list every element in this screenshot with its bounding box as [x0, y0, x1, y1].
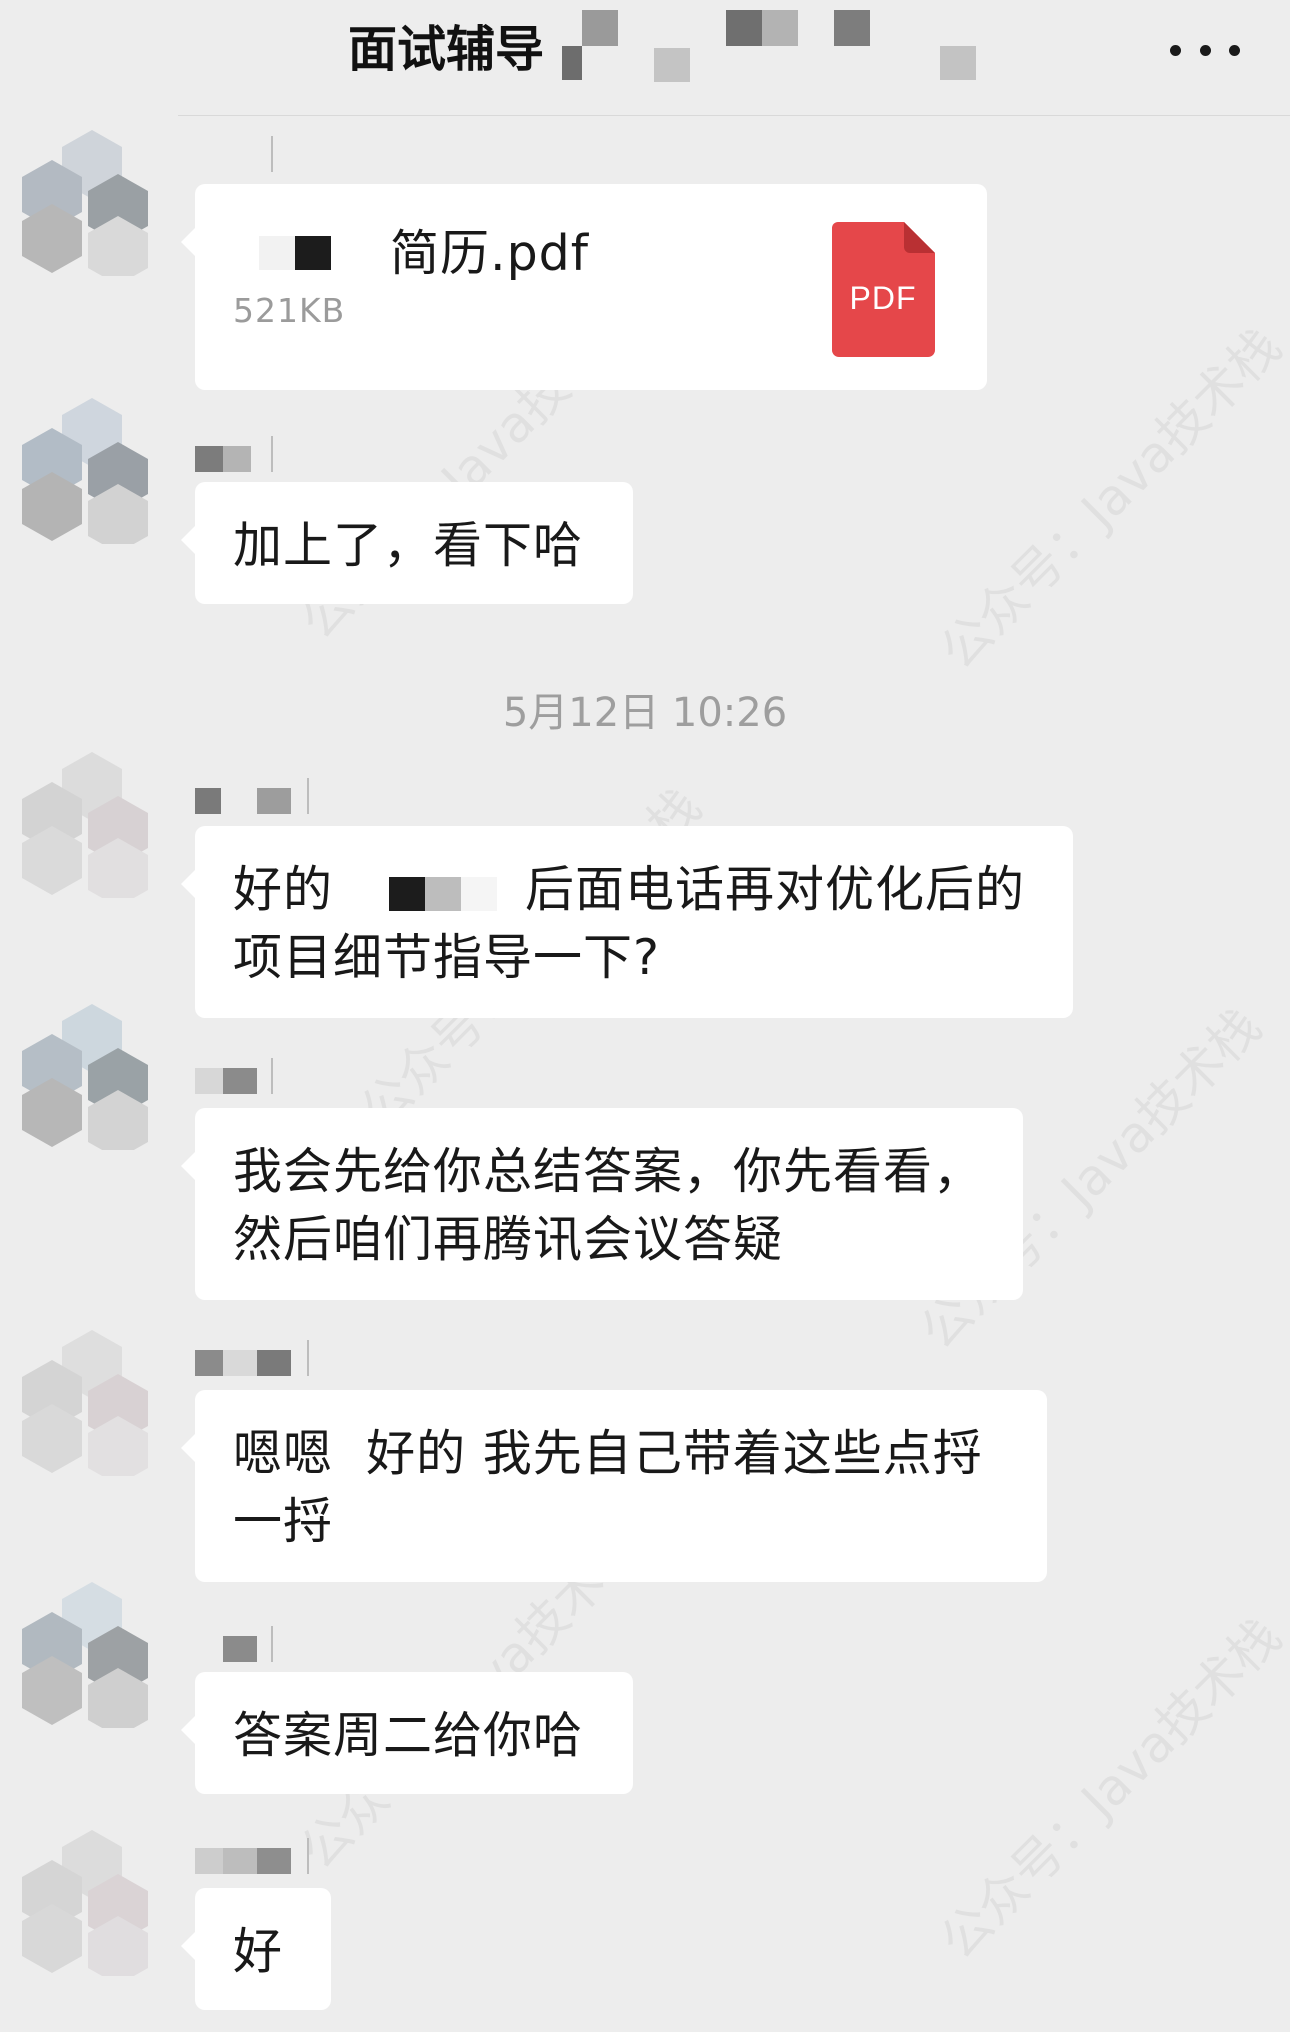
- sender-name-redacted: [195, 1058, 275, 1094]
- avatar[interactable]: [22, 1830, 168, 1976]
- svg-text:PDF: PDF: [850, 280, 917, 316]
- redacted-file-prefix: [233, 236, 393, 280]
- message-bubble[interactable]: 好的 后面电话再对优化后的项目细节指导一下?: [181, 826, 1073, 1018]
- avatar[interactable]: [22, 130, 168, 276]
- redacted-name: [345, 873, 525, 913]
- avatar[interactable]: [22, 1582, 168, 1728]
- file-size: 521KB: [233, 291, 346, 330]
- sender-name-redacted: [195, 1340, 315, 1376]
- sender-name-redacted: [195, 136, 275, 172]
- more-options-button[interactable]: [1170, 30, 1240, 70]
- dot-icon: [1229, 44, 1240, 56]
- message-bubble[interactable]: 答案周二给你哈: [181, 1672, 633, 1794]
- dot-icon: [1199, 44, 1211, 56]
- timestamp: 5月12日 10:26: [502, 690, 788, 736]
- message-bubble[interactable]: 加上了，看下哈: [181, 482, 633, 604]
- chat-title: 面试辅导: [348, 21, 545, 78]
- message-bubble[interactable]: 好: [181, 1888, 331, 2010]
- avatar[interactable]: [22, 398, 168, 544]
- file-name: 简历.pdf: [390, 225, 590, 282]
- avatar[interactable]: [22, 1004, 168, 1150]
- dot-icon: [1170, 44, 1181, 56]
- header-divider: [178, 115, 1290, 116]
- avatar[interactable]: [22, 752, 168, 898]
- chat-header: 面试辅导: [0, 0, 1290, 116]
- pdf-file-icon: PDF: [832, 222, 935, 357]
- sender-name-redacted: [195, 1838, 315, 1874]
- sender-name-redacted: [195, 1626, 275, 1662]
- message-text: 好的: [233, 861, 334, 918]
- avatar[interactable]: [22, 1330, 168, 1476]
- message-bubble[interactable]: 嗯嗯 好的 我先自己带着这些点捋一捋: [181, 1390, 1047, 1582]
- file-message[interactable]: 简历.pdf 521KB PDF: [181, 184, 987, 390]
- sender-name-redacted: [195, 778, 315, 814]
- message-bubble[interactable]: 我会先给你总结答案，你先看看，然后咱们再腾讯会议答疑: [181, 1108, 1023, 1300]
- watermark: 公众号：Java技术栈: [929, 1607, 1290, 1971]
- sender-name-redacted: [195, 436, 275, 472]
